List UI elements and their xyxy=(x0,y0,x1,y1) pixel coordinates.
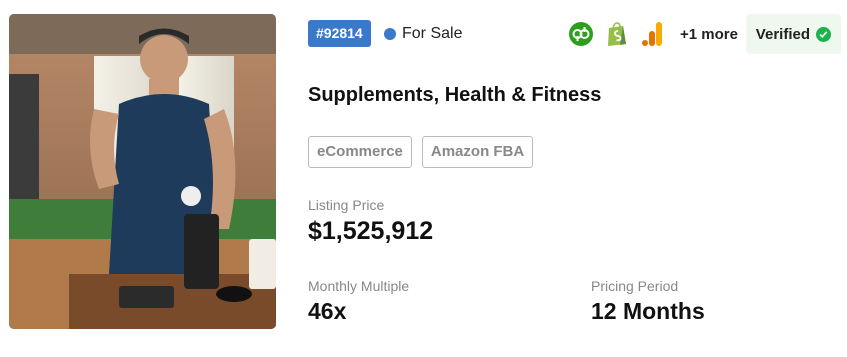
listing-card[interactable]: #92814 For Sale +1 more Verified Supplem… xyxy=(0,0,847,357)
listing-title[interactable]: Supplements, Health & Fitness xyxy=(308,84,601,107)
listing-id-badge[interactable]: #92814 xyxy=(308,20,371,47)
pricing-period-value: 12 Months xyxy=(591,298,705,324)
verified-badge: Verified xyxy=(745,14,841,54)
pricing-period-label: Pricing Period xyxy=(591,278,679,294)
status-label: For Sale xyxy=(402,24,463,42)
check-circle-icon xyxy=(816,26,831,42)
monthly-multiple-value: 46x xyxy=(308,298,347,324)
listing-price-value: $1,525,912 xyxy=(308,217,434,245)
listing-status: For Sale xyxy=(384,20,462,47)
google-analytics-icon[interactable] xyxy=(640,21,666,47)
monthly-multiple-label: Monthly Multiple xyxy=(308,278,410,294)
quickbooks-icon[interactable] xyxy=(568,21,594,47)
verified-label: Verified xyxy=(755,25,810,43)
more-integrations-link[interactable]: +1 more xyxy=(680,26,738,43)
shopify-icon[interactable] xyxy=(604,21,630,47)
tag-ecommerce[interactable]: eCommerce xyxy=(308,136,412,168)
listing-price-label: Listing Price xyxy=(308,197,385,213)
listing-photo[interactable] xyxy=(9,14,276,329)
tag-amazon-fba[interactable]: Amazon FBA xyxy=(421,136,534,168)
category-tags: eCommerce Amazon FBA xyxy=(308,136,534,168)
status-dot-icon xyxy=(384,27,396,40)
listing-details: #92814 For Sale +1 more Verified Supplem… xyxy=(308,0,847,357)
integrations-row[interactable]: +1 more xyxy=(568,20,738,48)
